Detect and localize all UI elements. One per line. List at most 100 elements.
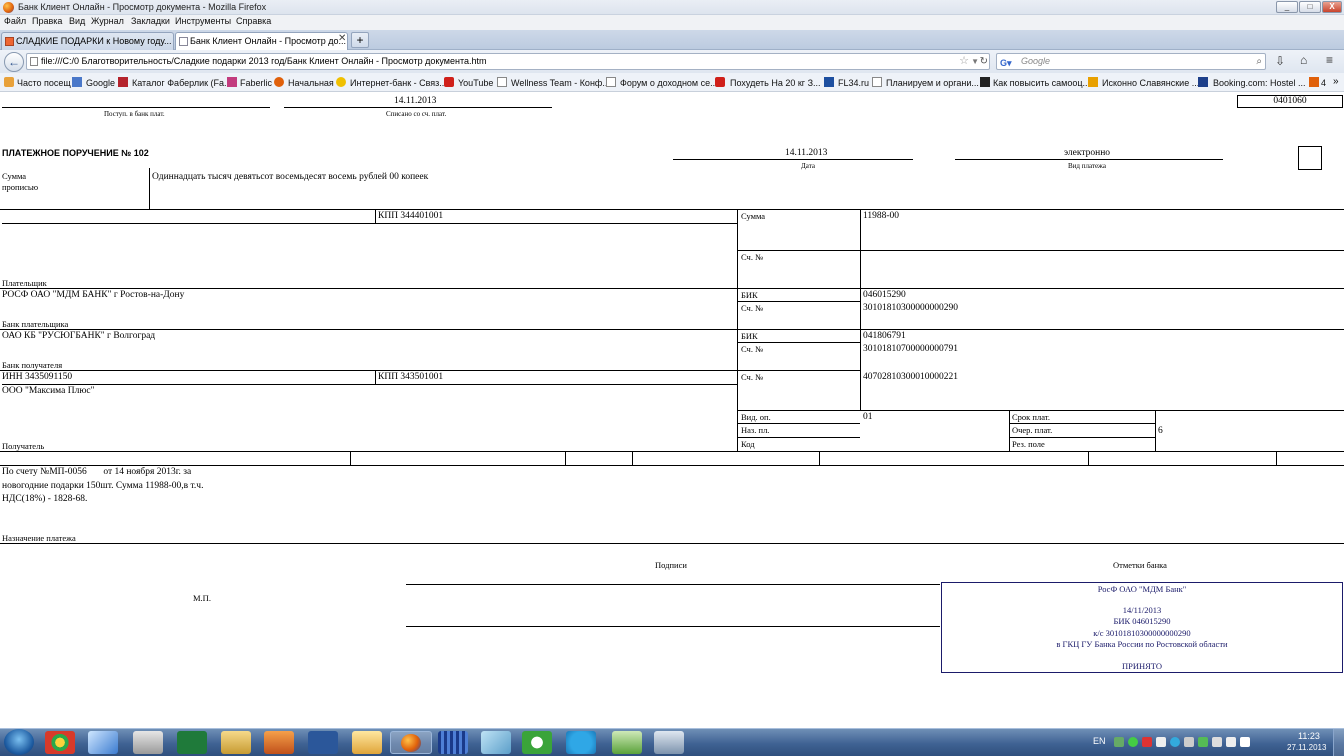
divider: [860, 209, 861, 288]
bookmark-item[interactable]: Похудеть На 20 кг З...: [730, 78, 821, 88]
new-tab-button[interactable]: +: [351, 32, 369, 48]
tray-icon[interactable]: [1170, 737, 1180, 747]
divider: [1088, 451, 1089, 465]
divider: [955, 159, 1223, 160]
minimize-button[interactable]: _: [1276, 1, 1298, 13]
bookmark-item[interactable]: Часто посещ: [17, 78, 71, 88]
stamp-bank: РосФ ОАО "МДМ Банк": [1097, 584, 1187, 594]
divider: [737, 410, 1344, 411]
page-icon: [497, 77, 507, 87]
bookmark-item[interactable]: Начальная: [288, 78, 334, 88]
folder-icon[interactable]: [221, 731, 251, 754]
language-indicator[interactable]: EN: [1093, 736, 1106, 746]
bookmark-item[interactable]: Форум о доходном се...: [620, 78, 718, 88]
tray-icon[interactable]: [1114, 737, 1124, 747]
account-label: Сч. №: [741, 303, 764, 313]
document-title: ПЛАТЕЖНОЕ ПОРУЧЕНИЕ № 102: [2, 148, 149, 158]
firefox-taskbar-button[interactable]: [390, 731, 432, 754]
bookmark-item[interactable]: Каталог Фаберлик (Fa...: [132, 78, 232, 88]
media-player-icon[interactable]: [264, 731, 294, 754]
tray-icon[interactable]: [1156, 737, 1166, 747]
tray-icon[interactable]: [1128, 737, 1138, 747]
excel-icon[interactable]: [177, 731, 207, 754]
page-icon: [980, 77, 990, 87]
stamp-accepted: ПРИНЯТО: [1121, 661, 1163, 671]
bookmark-item[interactable]: Планируем и органи...: [886, 78, 979, 88]
back-arrow-icon[interactable]: ←: [4, 52, 24, 72]
icq-icon[interactable]: [522, 731, 552, 754]
window-title-bar: Банк Клиент Онлайн - Просмотр документа …: [0, 0, 1344, 15]
payment-term-label: Срок плат.: [1012, 412, 1050, 422]
app-icon[interactable]: [438, 731, 468, 754]
divider: [819, 451, 820, 465]
menu-icon[interactable]: ≡: [1326, 53, 1333, 67]
sum-label: Сумма: [741, 211, 766, 221]
payment-type-label: Вид платежа: [1068, 162, 1107, 170]
app-icon[interactable]: [654, 731, 684, 754]
bookmark-item[interactable]: Google: [86, 78, 115, 88]
page-icon: [5, 37, 14, 46]
bookmark-item[interactable]: Wellness Team - Конф...: [511, 78, 610, 88]
more-bookmarks-icon[interactable]: »: [1333, 76, 1339, 87]
reload-icon[interactable]: ↻: [980, 54, 988, 69]
divider: [1155, 410, 1156, 451]
tab-bank-client-active[interactable]: Банк Клиент Онлайн - Просмотр до...: [175, 32, 348, 50]
skype-icon[interactable]: [566, 731, 596, 754]
received-label: Поступ. в банк плат.: [104, 110, 165, 118]
bookmark-item[interactable]: Faberlic: [240, 78, 272, 88]
tray-icon[interactable]: [1184, 737, 1194, 747]
clock-time[interactable]: 11:23: [1298, 731, 1320, 741]
clock-date[interactable]: 27.11.2013: [1287, 743, 1326, 752]
bookmark-item[interactable]: FL34.ru: [838, 78, 869, 88]
chrome-icon[interactable]: [45, 731, 75, 754]
bookmark-item[interactable]: 4: [1321, 78, 1326, 88]
tab-sweet-gifts[interactable]: СЛАДКИЕ ПОДАРКИ к Новому году...: [1, 32, 174, 50]
sum-value: 11988-00: [863, 211, 900, 221]
app-icon[interactable]: [481, 731, 511, 754]
booking-icon: [1198, 77, 1208, 87]
bookmark-item[interactable]: Исконно Славянские ...: [1102, 78, 1199, 88]
url-bar[interactable]: file:///C:/0 Благотворительность/Сладкие…: [26, 53, 990, 70]
menu-history[interactable]: Журнал: [91, 16, 124, 26]
feather-icon[interactable]: [88, 731, 118, 754]
code-label: Код: [741, 439, 755, 449]
menu-tools[interactable]: Инструменты: [175, 16, 231, 26]
tray-icon[interactable]: [1198, 737, 1208, 747]
bookmark-item[interactable]: Интернет-банк - Связ...: [350, 78, 447, 88]
bik-label: БИК: [741, 290, 758, 300]
mail-icon[interactable]: [352, 731, 382, 754]
divider: [737, 423, 860, 424]
purpose-line: По счету №МП-0056 от 14 ноября 2013г. за: [2, 467, 192, 477]
chevron-down-icon[interactable]: ▼: [971, 54, 979, 69]
show-desktop-button[interactable]: [1333, 729, 1344, 756]
signatures-label: Подписи: [655, 560, 687, 570]
menu-bookmarks[interactable]: Закладки: [131, 16, 170, 26]
reserved-field-label: Рез. поле: [1012, 439, 1045, 449]
close-window-button[interactable]: X: [1322, 1, 1342, 13]
start-button[interactable]: [4, 729, 34, 755]
menu-edit[interactable]: Правка: [32, 16, 62, 26]
bank-marks-label: Отметки банка: [1113, 560, 1167, 570]
app-icon[interactable]: [612, 731, 642, 754]
search-placeholder: Google: [1021, 56, 1051, 66]
download-icon[interactable]: ⇩: [1275, 54, 1285, 68]
search-icon[interactable]: ⌕: [1256, 54, 1262, 69]
calculator-icon[interactable]: [133, 731, 163, 754]
menu-file[interactable]: Файл: [4, 16, 26, 26]
word-icon[interactable]: [308, 731, 338, 754]
flag-icon[interactable]: [1226, 737, 1236, 747]
home-icon[interactable]: ⌂: [1300, 53, 1307, 67]
tray-icon[interactable]: [1142, 737, 1152, 747]
maximize-button[interactable]: □: [1299, 1, 1321, 13]
bookmark-item[interactable]: YouTube: [458, 78, 493, 88]
divider: [860, 288, 861, 411]
volume-icon[interactable]: [1240, 737, 1250, 747]
menu-view[interactable]: Вид: [69, 16, 85, 26]
network-icon[interactable]: [1212, 737, 1222, 747]
bookmark-item[interactable]: Booking.com: Hostel ...: [1213, 78, 1306, 88]
close-tab-icon[interactable]: ✕: [338, 33, 346, 44]
menu-help[interactable]: Справка: [236, 16, 271, 26]
search-input[interactable]: G▾ Google ⌕: [996, 53, 1266, 70]
star-icon[interactable]: ☆: [959, 54, 969, 69]
bookmark-item[interactable]: Как повысить самооц...: [993, 78, 1090, 88]
